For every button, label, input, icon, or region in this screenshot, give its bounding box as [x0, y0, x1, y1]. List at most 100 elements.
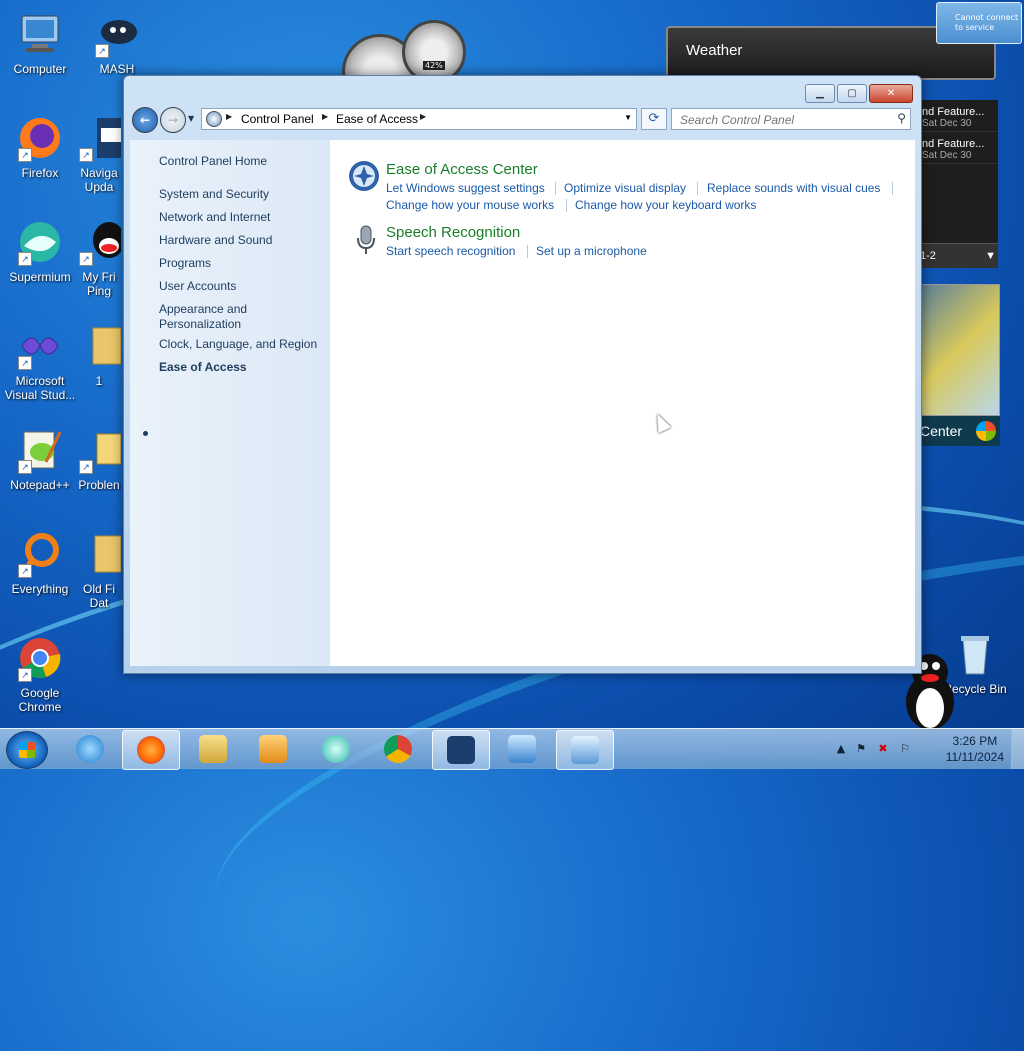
show-desktop-button[interactable]: [1011, 729, 1024, 769]
breadcrumb-ease-of-access[interactable]: Ease of Access: [336, 112, 418, 126]
link-separator: [892, 182, 893, 195]
nav-user-accounts[interactable]: User Accounts: [159, 279, 236, 294]
slideshow-gadget[interactable]: [918, 284, 1000, 416]
notification-toast[interactable]: Cannot connect to service: [936, 2, 1022, 44]
desktop-icon-old-firefox-data[interactable]: Old Fi Dat: [77, 530, 121, 610]
windows-logo-icon: [976, 421, 996, 441]
pingu-icon: ↗: [77, 218, 121, 266]
address-dropdown-icon[interactable]: ▼: [624, 113, 632, 122]
category-title-speech-recognition[interactable]: Speech Recognition: [386, 224, 520, 241]
breadcrumb-arrow-icon[interactable]: ▶: [420, 112, 426, 121]
feed-item[interactable]: nd Feature... Sat Dec 30: [918, 100, 998, 132]
taskbar-remote-desktop[interactable]: [494, 730, 550, 768]
task-link[interactable]: Optimize visual display: [564, 181, 686, 195]
control-panel-icon: [571, 736, 599, 764]
navigator-icon: ↗: [77, 114, 121, 162]
computer-icon: [16, 10, 64, 58]
search-input[interactable]: [678, 112, 892, 128]
control-panel-icon: [206, 111, 222, 127]
microphone-icon[interactable]: [350, 224, 382, 256]
taskbar-firefox[interactable]: [122, 730, 180, 770]
breadcrumb-arrow-icon[interactable]: ▶: [322, 112, 328, 121]
feed-item-title: nd Feature...: [922, 106, 985, 118]
minimize-button[interactable]: ▁: [805, 84, 835, 103]
task-link[interactable]: Start speech recognition: [386, 244, 515, 258]
taskbar-supermium[interactable]: [308, 730, 364, 768]
show-hidden-icons-icon[interactable]: ▲: [834, 742, 848, 756]
control-panel-home-link[interactable]: Control Panel Home: [159, 154, 267, 169]
task-link[interactable]: Let Windows suggest settings: [386, 181, 545, 195]
taskbar-navigator[interactable]: [432, 730, 490, 770]
clock[interactable]: 3:26 PM 11/11/2024: [946, 733, 1004, 765]
maximize-button[interactable]: ▢: [837, 84, 867, 103]
recent-pages-dropdown-icon[interactable]: ▼: [188, 114, 194, 123]
nav-hardware-and-sound[interactable]: Hardware and Sound: [159, 233, 272, 248]
feed-item-title: nd Feature...: [922, 138, 985, 150]
desktop-icon-problem[interactable]: ↗ Problen: [77, 426, 121, 492]
feed-item-date: Sat Dec 30: [922, 118, 972, 129]
task-link[interactable]: Set up a microphone: [536, 244, 647, 258]
refresh-button[interactable]: ⟳: [641, 108, 667, 130]
nav-clock-language-region[interactable]: Clock, Language, and Region: [159, 337, 317, 352]
desktop-icon-supermium[interactable]: ↗ Supermium: [0, 218, 80, 284]
forward-button[interactable]: →: [160, 107, 186, 133]
desktop-icon-label: Computer: [13, 62, 67, 76]
desktop-icon-folder-1[interactable]: 1: [77, 322, 121, 388]
network-disconnected-icon[interactable]: ✖: [876, 742, 890, 756]
taskbar-explorer[interactable]: [185, 730, 241, 768]
address-bar[interactable]: ▶ Control Panel ▶ Ease of Access ▶ ▼: [201, 108, 637, 130]
system-tray: ▲ ⚑ ✖ ⚐ 3:26 PM 11/11/2024: [834, 729, 1024, 769]
taskbar-internet-explorer[interactable]: [62, 730, 118, 768]
task-link[interactable]: Replace sounds with visual cues: [707, 181, 880, 195]
media-center-gadget[interactable]: Center: [918, 416, 1000, 446]
taskbar-media-player[interactable]: [245, 730, 301, 768]
desktop-icon-label: Old Fi Dat: [82, 582, 115, 610]
search-box[interactable]: ⚲: [671, 108, 911, 130]
desktop-icon-firefox[interactable]: ↗ Firefox: [0, 114, 80, 180]
feed-page-label: 1-2: [920, 250, 936, 262]
feed-item[interactable]: nd Feature... Sat Dec 30: [918, 132, 998, 164]
desktop-icon-google-chrome[interactable]: ↗ Google Chrome: [0, 634, 80, 714]
supermium-icon: ↗: [16, 218, 64, 266]
close-button[interactable]: ✕: [869, 84, 913, 103]
action-center-icon[interactable]: ⚑: [854, 742, 868, 756]
desktop-icon-label: 1: [95, 374, 103, 388]
task-link[interactable]: Change how your mouse works: [386, 198, 554, 212]
desktop-icon-notepadpp[interactable]: ↗ Notepad++: [0, 426, 80, 492]
breadcrumb-control-panel[interactable]: Control Panel: [241, 112, 314, 126]
nav-network-and-internet[interactable]: Network and Internet: [159, 210, 270, 225]
notepad-plus-plus-icon: ↗: [16, 426, 64, 474]
nav-appearance-and-personalization[interactable]: Appearance and Personalization: [159, 302, 269, 332]
desktop-icon-label: Supermium: [9, 270, 71, 284]
feed-pager[interactable]: 1-2 ▼: [918, 243, 998, 268]
desktop-icon-everything[interactable]: ↗ Everything: [0, 530, 80, 596]
category-title-ease-of-access-center[interactable]: Ease of Access Center: [386, 161, 538, 178]
nav-system-and-security[interactable]: System and Security: [159, 187, 269, 202]
chrome-icon: ↗: [16, 634, 64, 682]
media-player-icon: [259, 735, 287, 763]
breadcrumb-arrow-icon[interactable]: ▶: [226, 112, 232, 121]
ease-of-access-center-icon[interactable]: [348, 160, 380, 192]
desktop-icon-navigator[interactable]: ↗ Naviga Upda: [77, 114, 121, 194]
start-button[interactable]: [6, 731, 48, 769]
task-link[interactable]: Change how your keyboard works: [575, 198, 756, 212]
navigator-icon: [447, 736, 475, 764]
desktop-icon-my-friend-pingu[interactable]: ↗ My Fri Ping: [77, 218, 121, 298]
left-navigation-pane: Control Panel Home System and Security N…: [130, 140, 330, 666]
mash-icon: ↗: [93, 10, 141, 58]
feed-headlines-gadget: nd Feature... Sat Dec 30 nd Feature... Sat…: [918, 100, 998, 268]
link-separator: [527, 245, 528, 258]
desktop-icon-label: Everything: [11, 582, 69, 596]
desktop-icon-visual-studio[interactable]: ↗ Microsoft Visual Stud...: [0, 322, 80, 402]
desktop-icon-computer[interactable]: Computer: [0, 10, 80, 76]
search-icon[interactable]: ⚲: [897, 111, 906, 125]
nav-programs[interactable]: Programs: [159, 256, 211, 271]
taskbar-chrome[interactable]: [370, 730, 426, 768]
desktop-icon-label: Problen: [78, 478, 120, 492]
firefox-icon: [137, 736, 165, 764]
flag-icon[interactable]: ⚐: [898, 742, 912, 756]
nav-ease-of-access[interactable]: Ease of Access: [159, 360, 247, 375]
desktop-icon-mash[interactable]: ↗ MASH: [77, 10, 157, 76]
taskbar-control-panel[interactable]: [556, 730, 614, 770]
back-button[interactable]: ←: [132, 107, 158, 133]
